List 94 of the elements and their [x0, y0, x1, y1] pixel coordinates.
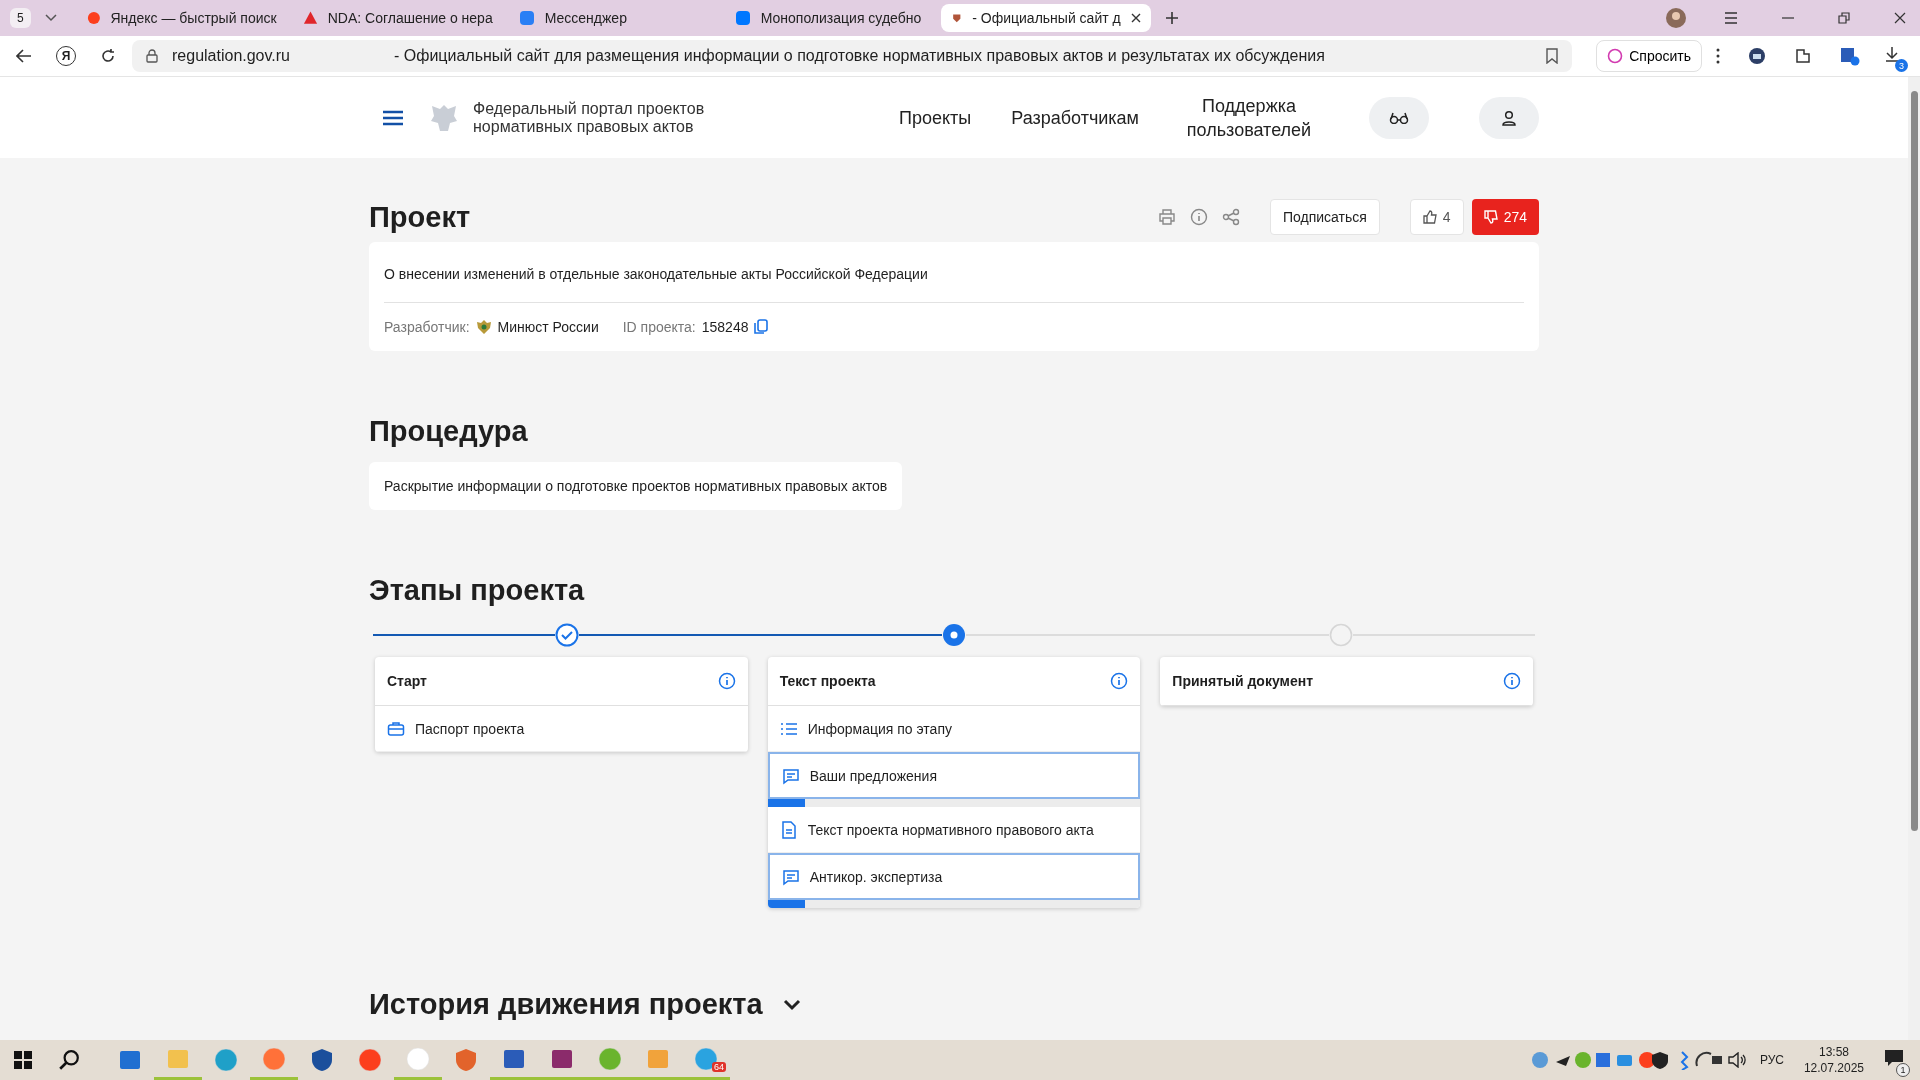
- ask-button[interactable]: Спросить: [1596, 40, 1702, 72]
- thumbs-up-icon: [1422, 210, 1437, 224]
- notifications-icon[interactable]: [1884, 1049, 1904, 1067]
- tab-count[interactable]: 5: [10, 8, 31, 28]
- stage-link[interactable]: Паспорт проекта: [375, 706, 748, 752]
- dislike-button[interactable]: 274: [1471, 199, 1539, 235]
- section-title: История движения проекта: [369, 988, 763, 1021]
- stage-link[interactable]: Информация по этапу: [767, 706, 1141, 752]
- restore-icon[interactable]: [1838, 12, 1850, 24]
- tray-icons-drawing[interactable]: [1531, 1050, 1722, 1070]
- stage-link[interactable]: Ваши предложения: [767, 752, 1141, 799]
- nav-link[interactable]: Разработчикам: [1011, 105, 1139, 130]
- stage-name: Старт: [387, 673, 427, 689]
- taskbar-button[interactable]: 64: [682, 1040, 730, 1080]
- id-label: ID проекта:: [622, 319, 696, 335]
- scrollbar[interactable]: [1908, 77, 1920, 1040]
- lock-icon: [146, 49, 158, 63]
- windows-start-icon[interactable]: [14, 1051, 32, 1069]
- info-icon[interactable]: [717, 672, 736, 690]
- info-icon[interactable]: [1189, 208, 1208, 226]
- site-icon: [86, 10, 101, 26]
- developer-label: Разработчик:: [384, 319, 470, 335]
- clock-date[interactable]: 12.07.2025: [1803, 1060, 1864, 1076]
- print-icon[interactable]: [1157, 208, 1176, 226]
- user-icon: [1502, 109, 1516, 126]
- section-title: Этапы проекта: [369, 574, 586, 607]
- back-icon[interactable]: [16, 49, 32, 63]
- close-icon[interactable]: [1130, 13, 1141, 23]
- portal-name[interactable]: Федеральный портал проектов нормативных правовых актов: [473, 99, 723, 136]
- glasses-icon: [1389, 111, 1409, 124]
- stage-link[interactable]: Антикор. экспертиза: [767, 853, 1141, 900]
- browser-tab[interactable]: - Официальный сайт д: [940, 4, 1151, 32]
- stage-name: Текст проекта: [779, 673, 876, 689]
- extensions-icon[interactable]: [1794, 47, 1812, 65]
- page-title: Проект: [369, 200, 471, 234]
- nav-link[interactable]: Поддержка пользователей: [1179, 93, 1319, 142]
- profile-button[interactable]: [1479, 96, 1539, 139]
- accessibility-button[interactable]: [1369, 96, 1429, 139]
- copy-icon[interactable]: [754, 319, 769, 335]
- address-field[interactable]: regulation.gov.ru - Официальный сайт для размещения информации о подготовке нормативных правовых актов и результатах их обсуждения: [132, 40, 1573, 72]
- app-icon: [262, 1046, 286, 1071]
- search-icon[interactable]: [58, 1049, 80, 1071]
- close-icon[interactable]: [1894, 12, 1906, 24]
- clock-time[interactable]: 13:58: [1818, 1044, 1849, 1060]
- comment-icon: [781, 766, 800, 785]
- word-extension-icon[interactable]: [1840, 46, 1860, 66]
- app-icon: [454, 1048, 478, 1072]
- site-icon: [302, 10, 318, 26]
- comment-icon: [781, 867, 800, 886]
- project-id: 158248: [701, 319, 749, 335]
- extension-icon[interactable]: [1748, 47, 1766, 65]
- site-icon: [518, 10, 535, 26]
- project-description: О внесении изменений в отдельные законодательные акты Российской Федерации: [384, 242, 1524, 303]
- thumbs-down-icon: [1483, 210, 1498, 224]
- document-icon: [779, 820, 798, 839]
- developer-name[interactable]: Минюст России: [497, 319, 599, 335]
- like-button[interactable]: 4: [1409, 199, 1464, 235]
- stage-link[interactable]: Текст проекта нормативного правового акта: [767, 807, 1141, 853]
- browser-tab[interactable]: NDA: Соглашение о нера: [292, 4, 503, 32]
- download-icon[interactable]: [1884, 46, 1900, 62]
- share-icon[interactable]: [1221, 208, 1240, 226]
- browser-tab[interactable]: Мессенджер: [508, 4, 719, 32]
- more-icon[interactable]: [1716, 48, 1720, 64]
- stage-name: Принятый документ: [1172, 673, 1313, 689]
- bookmark-icon[interactable]: [1546, 48, 1559, 64]
- app-icon: [598, 1046, 622, 1071]
- browser-tab[interactable]: Яндекс — быстрый поиск: [76, 4, 287, 32]
- chat-bubble-icon: [1607, 48, 1624, 64]
- avatar-icon[interactable]: [1666, 8, 1686, 28]
- app-icon: [406, 1046, 430, 1071]
- section-title: Процедура: [369, 415, 529, 448]
- app-icon: [214, 1048, 238, 1072]
- emblem-icon: [475, 319, 492, 335]
- notification-count: 1: [1896, 1063, 1910, 1077]
- menu-icon[interactable]: [383, 109, 403, 126]
- menu-icon[interactable]: [1724, 12, 1738, 24]
- app-icon: [118, 1048, 142, 1072]
- app-icon: [358, 1048, 382, 1072]
- subscribe-button[interactable]: Подписаться: [1269, 199, 1380, 235]
- nav-link[interactable]: Проекты: [899, 105, 972, 130]
- chevron-down-icon[interactable]: [782, 998, 801, 1011]
- app-icon: [310, 1048, 334, 1072]
- procedure-text: Раскрытие информации о подготовке проектов нормативных правовых актов: [369, 462, 903, 510]
- browser-tab[interactable]: Монополизация судебно: [724, 4, 935, 32]
- site-icon: [734, 10, 751, 26]
- language-indicator[interactable]: РУС: [1759, 1053, 1784, 1067]
- new-tab-icon[interactable]: [1164, 11, 1179, 25]
- reload-icon[interactable]: [100, 48, 116, 64]
- volume-icon[interactable]: [1727, 1052, 1748, 1068]
- download-count: 3: [1895, 59, 1908, 72]
- unread-count: 64: [712, 1062, 726, 1072]
- briefcase-icon: [387, 719, 405, 738]
- info-icon[interactable]: [1110, 672, 1129, 690]
- info-icon[interactable]: [1503, 672, 1521, 690]
